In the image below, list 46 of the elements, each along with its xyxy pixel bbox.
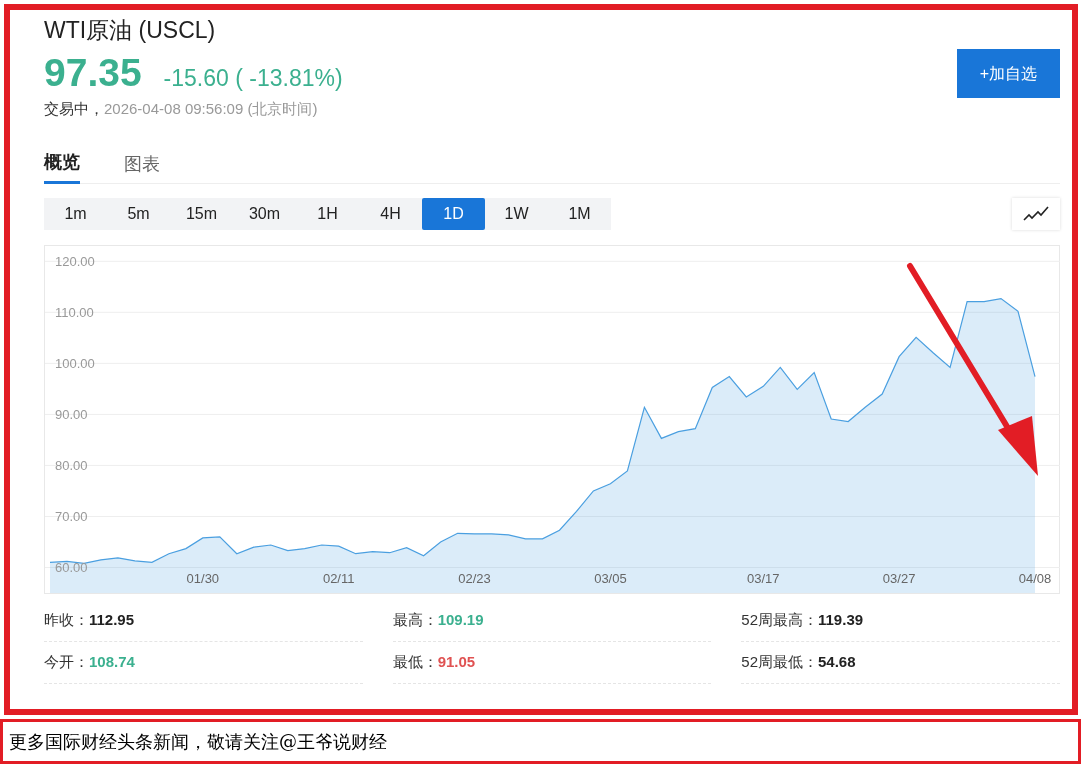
timestamp: 2026-04-08 09:56:09 (北京时间): [104, 99, 318, 119]
x-axis-label: 01/30: [186, 570, 220, 586]
period-button[interactable]: 30m: [233, 197, 296, 230]
stat-label: 昨收：: [44, 609, 89, 630]
stat-label: 52周最低：: [741, 651, 818, 672]
period-button[interactable]: 1M: [548, 197, 611, 230]
stat-label: 今开：: [44, 651, 89, 672]
stat-label: 52周最高：: [741, 609, 818, 630]
y-axis-label: 110.00: [55, 304, 94, 320]
period-button[interactable]: 4H: [359, 197, 422, 230]
trading-status: 交易中，: [44, 99, 104, 119]
y-axis-label: 60.00: [55, 560, 88, 575]
y-axis-label: 90.00: [55, 406, 88, 422]
x-axis-label: 03/17: [747, 570, 780, 586]
x-axis-label: 03/05: [594, 570, 627, 586]
stat-value: 91.05: [437, 651, 476, 672]
price: 97.35: [44, 50, 142, 96]
stat-value: 108.74: [89, 651, 135, 672]
x-axis-label: 03/27: [882, 570, 916, 586]
y-axis-label: 120.00: [55, 253, 95, 269]
stat-label: 最高：: [392, 609, 438, 630]
x-axis-label: 02/11: [322, 570, 355, 586]
y-axis-label: 80.00: [55, 457, 88, 473]
x-axis-label: 04/08: [1018, 570, 1052, 586]
instrument-title: WTI原油 (USCL): [44, 16, 217, 44]
period-button[interactable]: 1H: [296, 197, 359, 230]
stat-label: 最低：: [392, 651, 438, 672]
chart-type-button[interactable]: [1012, 197, 1060, 230]
x-axis-label: 02/23: [458, 570, 491, 586]
caption-text: 更多国际财经头条新闻，敬请关注@王爷说财经: [9, 730, 387, 754]
tab[interactable]: 概览: [44, 144, 80, 184]
period-button[interactable]: 5m: [107, 197, 170, 230]
stat-value: 112.95: [89, 609, 135, 630]
period-button[interactable]: 1m: [44, 197, 107, 230]
stat-value: 119.39: [818, 609, 864, 630]
price-change: -15.60 ( -13.81%): [163, 64, 343, 93]
period-button[interactable]: 15m: [170, 197, 233, 230]
add-watchlist-button[interactable]: +加自选: [957, 49, 1060, 98]
period-button[interactable]: 1W: [485, 197, 548, 230]
y-axis-label: 100.00: [55, 355, 95, 371]
line-chart-icon: [1023, 205, 1049, 222]
tab[interactable]: 图表: [124, 144, 160, 184]
stat-value: 109.19: [437, 609, 484, 630]
y-axis-label: 70.00: [55, 508, 88, 524]
stat-value: 54.68: [818, 651, 856, 672]
period-button[interactable]: 1D: [422, 197, 485, 230]
